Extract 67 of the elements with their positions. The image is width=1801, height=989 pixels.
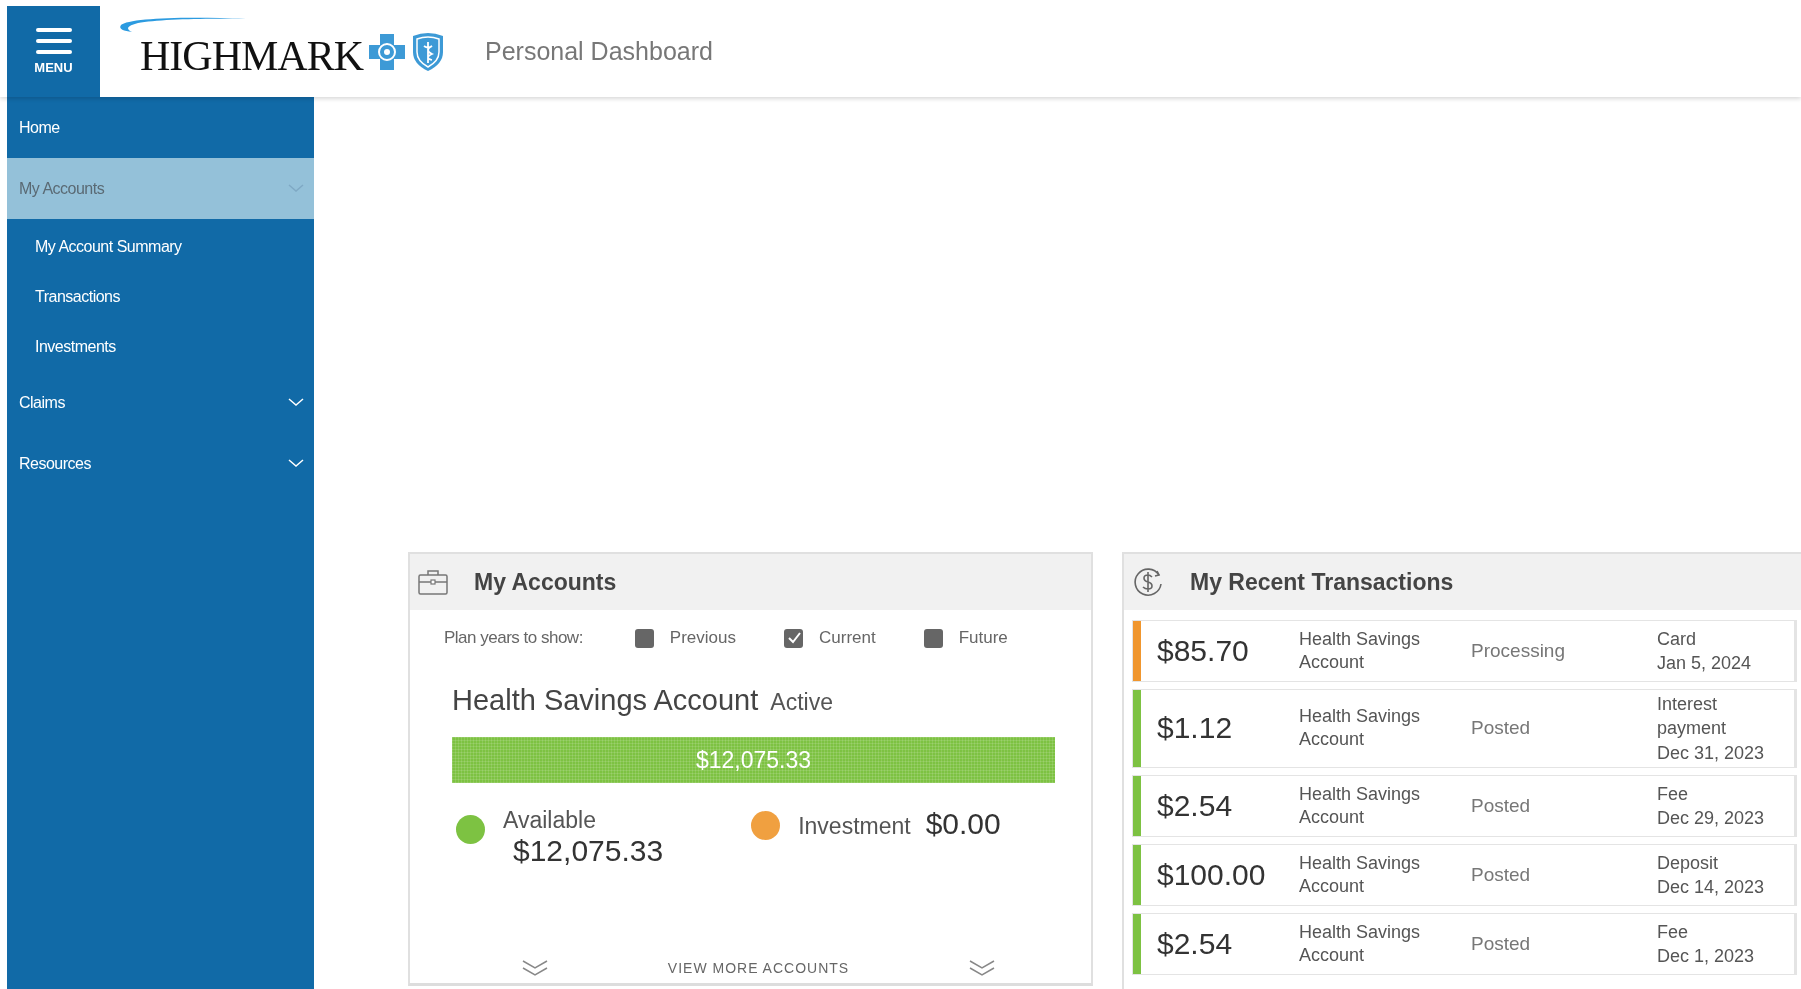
nav-item[interactable]: My Accounts (7, 158, 314, 219)
legend-amount: $12,075.33 (513, 834, 664, 868)
legend-label: Available (503, 807, 597, 834)
cross-icon (367, 31, 407, 72)
checkbox[interactable] (784, 628, 803, 648)
account-status: Active (770, 689, 833, 716)
nav-subitem[interactable]: Transactions (7, 272, 314, 322)
nav-subitem[interactable]: Investments (7, 322, 314, 372)
transaction-row[interactable]: $1.12 Health Savings Account Posted Interest payment Dec 31, 2023 (1132, 689, 1797, 768)
briefcase-icon (418, 569, 448, 595)
card-title: My Recent Transactions (1190, 568, 1454, 596)
nav-item[interactable]: Home (7, 97, 314, 158)
transaction-status: Posted (1471, 863, 1532, 886)
card-title: My Accounts (474, 568, 617, 596)
legend-label: Investment (798, 813, 911, 840)
dollar-circle-icon (1132, 566, 1164, 598)
double-chevron-icon[interactable] (969, 959, 995, 977)
transaction-type: Fee (1657, 920, 1690, 944)
transaction-type: Deposit (1657, 851, 1720, 875)
transaction-account: Health Savings Account (1299, 705, 1422, 752)
nav-subitem[interactable]: My Account Summary (7, 222, 314, 272)
page-title: Personal Dashboard (485, 36, 713, 67)
nav-item[interactable]: Claims (7, 372, 314, 433)
transaction-row[interactable]: $2.54 Health Savings Account Posted Fee Dec 1, 2023 (1132, 912, 1797, 975)
account-name: Health Savings Account (452, 684, 759, 717)
transaction-amount: $85.70 (1156, 634, 1250, 668)
transaction-amount: $2.54 (1156, 926, 1234, 961)
logo-text: HIGHMARK (140, 34, 363, 77)
checkbox-label: Future (958, 628, 1008, 648)
transaction-status: Posted (1471, 932, 1532, 955)
legend-amount: $0.00 (925, 807, 1001, 841)
transaction-account: Health Savings Account (1299, 782, 1422, 829)
transaction-date: Dec 31, 2023 (1657, 741, 1766, 765)
transaction-row[interactable]: $2.54 Health Savings Account Posted Fee Dec 29, 2023 (1132, 774, 1797, 837)
transaction-type: Interest payment (1657, 693, 1728, 741)
checkbox[interactable] (634, 628, 654, 648)
transaction-account: Health Savings Account (1299, 627, 1422, 674)
transaction-account: Health Savings Account (1299, 920, 1422, 967)
transaction-type: Fee (1657, 782, 1690, 806)
filter-label: Plan years to show: (444, 628, 583, 648)
transaction-row[interactable]: $100.00 Health Savings Account Posted Deposit Dec 14, 2023 (1132, 843, 1797, 906)
checkbox[interactable] (923, 628, 943, 648)
shield-icon (411, 31, 445, 72)
chevron-down-icon (288, 398, 304, 407)
double-chevron-icon[interactable] (522, 959, 548, 977)
transaction-date: Dec 14, 2023 (1657, 875, 1766, 899)
transaction-status: Processing (1471, 640, 1566, 662)
chevron-down-icon (288, 459, 304, 468)
view-more-link[interactable]: VIEW MORE ACCOUNTS (667, 960, 850, 976)
menu-button[interactable]: MENU (7, 6, 100, 97)
transaction-date: Jan 5, 2024 (1657, 652, 1753, 675)
nav-item[interactable]: Resources (7, 433, 314, 494)
transaction-amount: $2.54 (1156, 788, 1234, 823)
transaction-status: Posted (1471, 717, 1532, 740)
bar-label: $12,075.33 (695, 746, 812, 774)
checkbox-label: Previous (669, 628, 736, 648)
transaction-amount: $1.12 (1156, 711, 1234, 746)
transaction-row[interactable]: $85.70 Health Savings Account Processing Card Jan 5, 2024 (1132, 620, 1797, 682)
chevron-down-icon (288, 184, 304, 193)
transaction-date: Dec 1, 2023 (1657, 944, 1756, 968)
transaction-date: Dec 29, 2023 (1657, 806, 1766, 830)
transaction-account: Health Savings Account (1299, 851, 1422, 898)
checkbox-label: Current (819, 628, 876, 648)
transaction-amount: $100.00 (1156, 857, 1267, 892)
menu-icon (35, 28, 72, 54)
transaction-status: Posted (1471, 794, 1532, 817)
transaction-type: Card (1657, 627, 1697, 651)
